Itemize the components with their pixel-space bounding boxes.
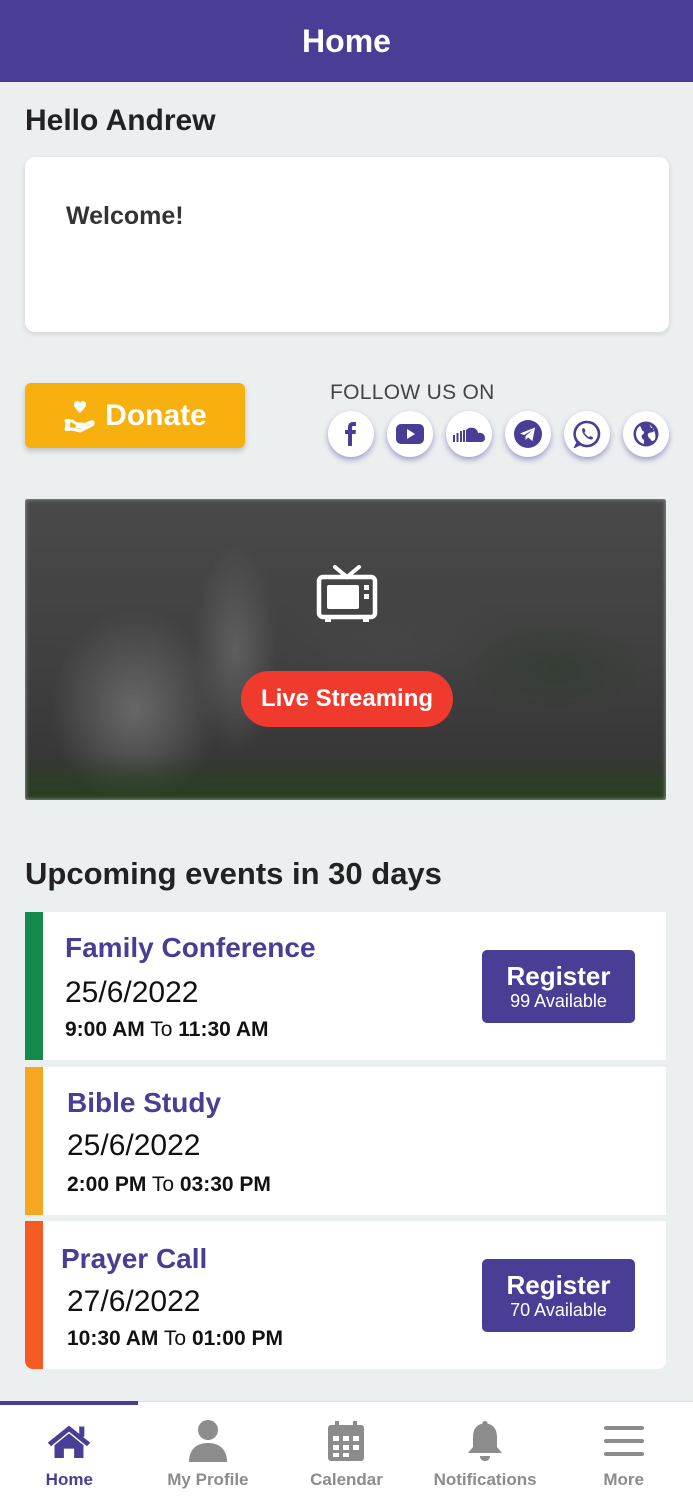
event-card[interactable]: Prayer Call 27/6/2022 10:30 AM To 01:00 … [25,1221,666,1369]
follow-us-label: FOLLOW US ON [330,381,495,404]
telegram-icon [514,420,542,448]
telegram-button[interactable] [505,411,551,457]
tab-notifications[interactable]: Notifications [416,1402,555,1500]
bottom-tab-bar: Home My Profile Calendar Notifications M… [0,1401,693,1500]
soundcloud-button[interactable] [446,411,492,457]
event-time: 9:00 AM To 11:30 AM [65,1018,269,1041]
event-time: 10:30 AM To 01:00 PM [67,1327,283,1350]
register-button[interactable]: Register 70 Available [482,1259,635,1332]
tab-my-profile[interactable]: My Profile [139,1402,278,1500]
welcome-card: Welcome! [25,157,669,332]
tab-home[interactable]: Home [0,1402,139,1500]
event-color-bar [25,1067,43,1215]
facebook-button[interactable] [328,411,374,457]
social-links [328,411,669,457]
page-title: Home [302,22,391,59]
event-date: 25/6/2022 [67,1129,201,1162]
greeting-text: Hello Andrew [25,104,216,137]
live-streaming-button[interactable]: Live Streaming [241,671,453,727]
home-icon [46,1418,92,1464]
whatsapp-button[interactable] [564,411,610,457]
app-header: Home [0,0,693,82]
tab-calendar[interactable]: Calendar [277,1402,416,1500]
website-button[interactable] [623,411,669,457]
event-color-bar [25,1221,43,1369]
event-date: 27/6/2022 [67,1285,201,1318]
tab-more[interactable]: More [554,1402,693,1500]
donate-hand-heart-icon [63,399,97,433]
youtube-button[interactable] [387,411,433,457]
active-tab-indicator [0,1401,138,1405]
live-streaming-card[interactable]: Live Streaming [25,499,666,800]
facebook-icon [345,422,356,446]
donate-label: Donate [105,398,207,432]
event-name: Prayer Call [61,1243,208,1274]
event-time: 2:00 PM To 03:30 PM [67,1173,271,1196]
bell-icon [462,1418,508,1464]
user-icon [185,1418,231,1464]
menu-icon [601,1418,647,1464]
event-card[interactable]: Family Conference 25/6/2022 9:00 AM To 1… [25,912,666,1060]
event-name: Family Conference [65,932,316,963]
donate-button[interactable]: Donate [25,383,245,448]
welcome-text: Welcome! [66,202,184,230]
event-name: Bible Study [67,1087,222,1118]
tv-icon [316,565,378,622]
events-heading: Upcoming events in 30 days [25,856,442,891]
event-color-bar [25,912,43,1060]
globe-icon [633,421,659,447]
event-date: 25/6/2022 [65,976,199,1009]
soundcloud-icon [453,427,485,442]
register-button[interactable]: Register 99 Available [482,950,635,1023]
event-card[interactable]: Bible Study 25/6/2022 2:00 PM To 03:30 P… [25,1067,666,1215]
youtube-icon [396,424,424,444]
calendar-icon [323,1418,369,1464]
whatsapp-icon [573,420,601,448]
